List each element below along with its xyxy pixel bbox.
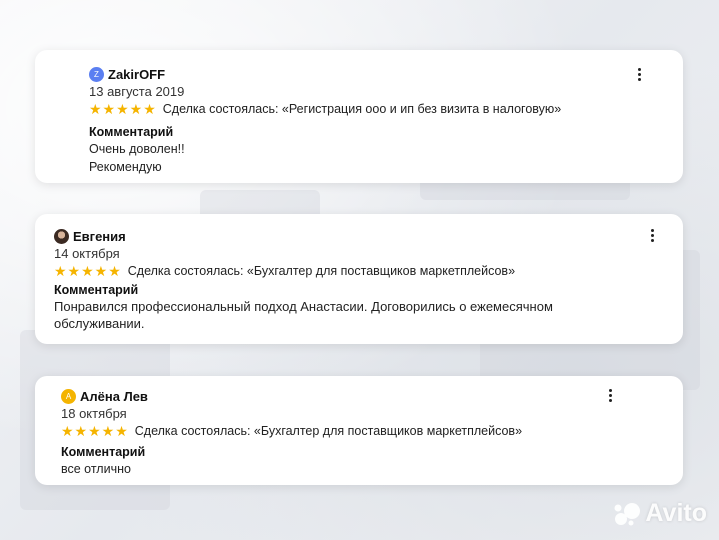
star-rating-icon: ★★★★★: [89, 101, 157, 117]
avatar[interactable]: А: [61, 388, 76, 404]
comment-line: Очень доволен!!: [89, 142, 185, 156]
star-rating-icon: ★★★★★: [61, 423, 129, 439]
review-author[interactable]: Евгения: [73, 229, 126, 244]
review-date: 14 октября: [54, 246, 120, 261]
deal-text: Сделка состоялась: «Бухгалтер для постав…: [134, 424, 523, 438]
review-card: Евгения 14 октября ★★★★★ Сделка состояла…: [35, 214, 683, 344]
comment-line: Рекомендую: [89, 160, 162, 174]
avatar[interactable]: [54, 228, 69, 244]
deal-text: Сделка состоялась: «Регистрация ооо и ип…: [162, 102, 562, 116]
review-date: 13 августа 2019: [89, 84, 185, 99]
review-author[interactable]: Алёна Лев: [80, 389, 148, 404]
deal-text: Сделка состоялась: «Бухгалтер для постав…: [127, 264, 516, 278]
comment-text: Понравился профессиональный подход Анаст…: [54, 299, 553, 331]
more-options-icon[interactable]: [603, 386, 617, 404]
more-options-icon[interactable]: [632, 65, 646, 83]
review-card: А Алёна Лев 18 октября ★★★★★ Сделка сост…: [35, 376, 683, 485]
comment-line: все отлично: [61, 462, 131, 476]
review-author[interactable]: ZakirOFF: [108, 67, 165, 82]
watermark-text: Avito: [645, 499, 707, 527]
more-options-icon[interactable]: [645, 226, 659, 244]
avatar[interactable]: Z: [89, 66, 104, 82]
review-date: 18 октября: [61, 406, 127, 421]
avito-logo-icon: [614, 502, 641, 525]
comment-title: Комментарий: [61, 445, 146, 459]
review-card: Z ZakirOFF 13 августа 2019 ★★★★★ Сделка …: [35, 50, 683, 183]
star-rating-icon: ★★★★★: [54, 263, 122, 279]
comment-title: Комментарий: [54, 283, 139, 297]
avito-watermark: Avito: [613, 499, 707, 528]
comment-title: Комментарий: [89, 125, 174, 139]
